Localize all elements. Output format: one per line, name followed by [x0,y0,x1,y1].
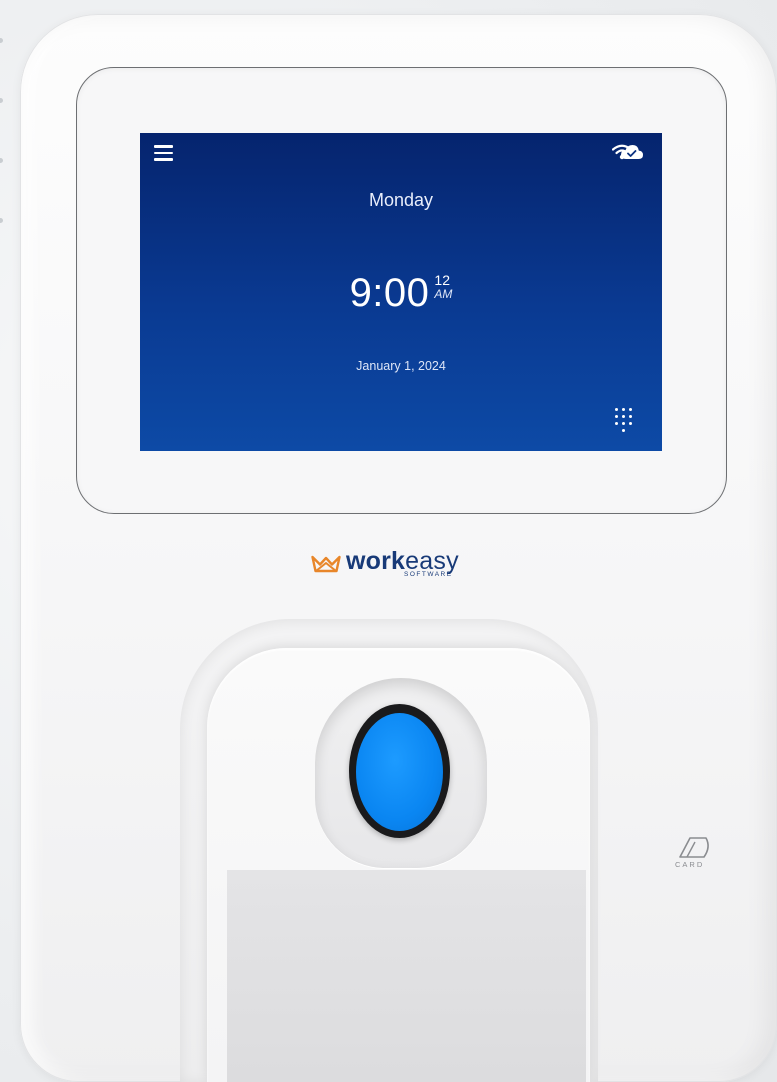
seconds-display: 12 [434,272,450,288]
card-reader[interactable]: CARD [675,835,721,873]
crown-logo-icon [311,555,341,573]
menu-icon[interactable] [154,145,173,161]
touch-screen[interactable]: Monday 9:00 12 AM January 1, 2024 [140,133,662,451]
card-reader-icon [679,837,709,858]
fingerprint-sensor[interactable] [356,713,443,831]
keypad-icon[interactable] [615,408,639,438]
clock: 9:00 12 AM [140,273,662,313]
cloud-icon [621,145,643,159]
time-display: 9:00 [349,271,430,315]
date-label: January 1, 2024 [356,359,446,373]
day-label: Monday [368,190,434,210]
logo-subtitle: SOFTWARE [404,571,453,578]
housing-lower-panel [227,870,586,1082]
card-label: CARD [675,860,705,869]
ampm-indicator: AM [434,287,453,301]
